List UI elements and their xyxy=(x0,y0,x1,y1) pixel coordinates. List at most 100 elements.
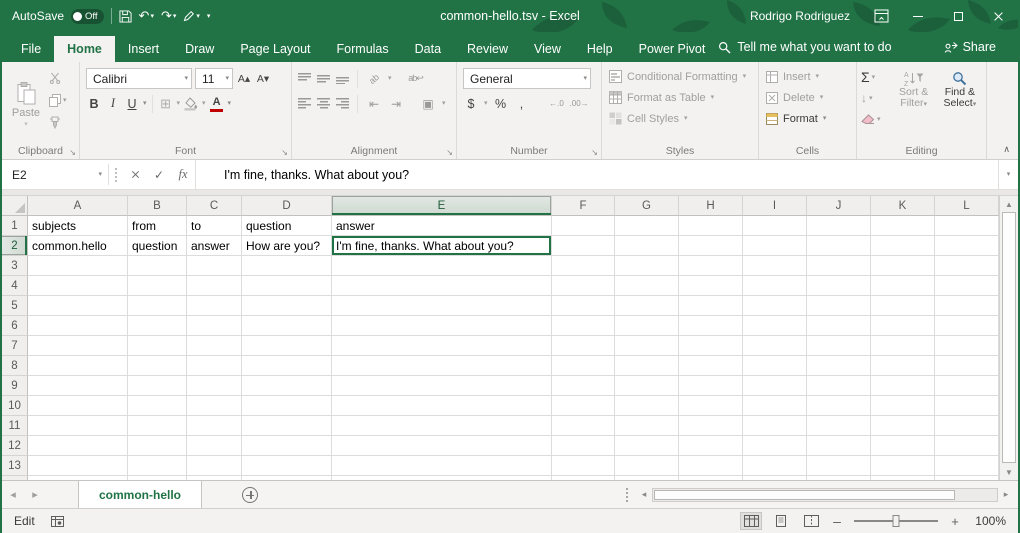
cell-F12[interactable] xyxy=(552,436,615,456)
cell-I9[interactable] xyxy=(743,376,807,396)
cell-C9[interactable] xyxy=(187,376,242,396)
vertical-scroll-thumb[interactable] xyxy=(1002,212,1016,463)
cell-I11[interactable] xyxy=(743,416,807,436)
autosum-dropdown-icon[interactable] xyxy=(872,74,876,81)
cell-I8[interactable] xyxy=(743,356,807,376)
scroll-down-button[interactable] xyxy=(1000,464,1018,480)
user-name[interactable]: Rodrigo Rodriguez xyxy=(750,9,850,23)
sheet-bar-splitter[interactable] xyxy=(626,488,628,502)
cell-A13[interactable] xyxy=(28,456,128,476)
cell-E11[interactable] xyxy=(332,416,552,436)
cell-C10[interactable] xyxy=(187,396,242,416)
cell-A5[interactable] xyxy=(28,296,128,316)
cell-F4[interactable] xyxy=(552,276,615,296)
insert-cells-dropdown-icon[interactable] xyxy=(816,73,820,80)
cell-A1[interactable]: subjects xyxy=(28,216,128,236)
redo-button[interactable] xyxy=(161,8,176,24)
enter-button[interactable] xyxy=(147,160,171,189)
cell-G6[interactable] xyxy=(615,316,679,336)
increase-decimal-button[interactable] xyxy=(549,94,565,114)
insert-cells-button[interactable]: Insert xyxy=(763,66,853,87)
cell-D11[interactable] xyxy=(242,416,332,436)
increase-indent-button[interactable] xyxy=(388,94,404,114)
cell-L13[interactable] xyxy=(935,456,999,476)
cell-D8[interactable] xyxy=(242,356,332,376)
sort-filter-dropdown-icon[interactable] xyxy=(924,101,928,108)
cell-K13[interactable] xyxy=(871,456,935,476)
cell-I6[interactable] xyxy=(743,316,807,336)
row-header-13[interactable]: 13 xyxy=(2,456,28,476)
cell-B11[interactable] xyxy=(128,416,187,436)
sheet-nav-left-button[interactable] xyxy=(2,481,24,508)
cell-F13[interactable] xyxy=(552,456,615,476)
cell-G11[interactable] xyxy=(615,416,679,436)
tab-file[interactable]: File xyxy=(8,36,54,62)
share-button[interactable]: Share xyxy=(944,40,996,54)
new-sheet-button[interactable] xyxy=(242,481,258,508)
orientation-button[interactable] xyxy=(366,69,382,89)
cell-K10[interactable] xyxy=(871,396,935,416)
cell-B2[interactable]: question xyxy=(128,236,187,256)
cell-A11[interactable] xyxy=(28,416,128,436)
cell-L4[interactable] xyxy=(935,276,999,296)
cell-K11[interactable] xyxy=(871,416,935,436)
name-box-dropdown-icon[interactable] xyxy=(98,171,102,178)
cell-E6[interactable] xyxy=(332,316,552,336)
normal-view-button[interactable] xyxy=(740,512,762,530)
cell-E8[interactable] xyxy=(332,356,552,376)
page-layout-view-button[interactable] xyxy=(770,512,792,530)
font-name-dropdown-icon[interactable] xyxy=(184,75,188,82)
tab-home[interactable]: Home xyxy=(54,36,115,62)
font-color-dropdown-icon[interactable] xyxy=(228,100,232,107)
cell-D1[interactable]: question xyxy=(242,216,332,236)
row-header-8[interactable]: 8 xyxy=(2,356,28,376)
horizontal-scroll-track[interactable] xyxy=(652,488,998,502)
col-header-G[interactable]: G xyxy=(615,196,679,216)
cell-E5[interactable] xyxy=(332,296,552,316)
cell-J11[interactable] xyxy=(807,416,871,436)
find-select-dropdown-icon[interactable] xyxy=(973,101,977,108)
cell-A2[interactable]: common.hello xyxy=(28,236,128,256)
cell-E4[interactable] xyxy=(332,276,552,296)
cell-K3[interactable] xyxy=(871,256,935,276)
cell-A9[interactable] xyxy=(28,376,128,396)
align-left-button[interactable] xyxy=(298,98,311,109)
cell-J7[interactable] xyxy=(807,336,871,356)
align-top-button[interactable] xyxy=(298,73,311,84)
delete-cells-button[interactable]: Delete xyxy=(763,87,853,108)
format-as-table-dropdown-icon[interactable] xyxy=(711,94,715,101)
align-center-button[interactable] xyxy=(317,98,330,109)
cell-J2[interactable] xyxy=(807,236,871,256)
align-right-button[interactable] xyxy=(336,98,349,109)
number-format-combo[interactable]: General xyxy=(463,68,591,89)
cell-F5[interactable] xyxy=(552,296,615,316)
cell-C8[interactable] xyxy=(187,356,242,376)
cell-B13[interactable] xyxy=(128,456,187,476)
currency-dropdown-icon[interactable] xyxy=(484,100,488,107)
font-size-dropdown-icon[interactable] xyxy=(225,75,229,82)
cell-F3[interactable] xyxy=(552,256,615,276)
conditional-formatting-button[interactable]: Conditional Formatting xyxy=(606,66,755,87)
cell-F11[interactable] xyxy=(552,416,615,436)
name-box[interactable]: E2 xyxy=(2,160,108,189)
font-size-combo[interactable]: 11 xyxy=(195,68,233,89)
cell-F1[interactable] xyxy=(552,216,615,236)
copy-dropdown-icon[interactable] xyxy=(63,97,67,104)
cell-J8[interactable] xyxy=(807,356,871,376)
collapse-ribbon-button[interactable] xyxy=(1003,144,1010,155)
cell-D9[interactable] xyxy=(242,376,332,396)
cell-E2[interactable]: I'm fine, thanks. What about you? xyxy=(332,236,552,256)
customize-qat-button[interactable] xyxy=(207,13,211,20)
cell-D12[interactable] xyxy=(242,436,332,456)
cell-C3[interactable] xyxy=(187,256,242,276)
cell-K2[interactable] xyxy=(871,236,935,256)
cell-G7[interactable] xyxy=(615,336,679,356)
clipboard-dialog-launcher[interactable] xyxy=(69,148,76,157)
col-header-E[interactable]: E xyxy=(332,196,552,216)
cell-H5[interactable] xyxy=(679,296,743,316)
cell-I4[interactable] xyxy=(743,276,807,296)
font-color-button[interactable] xyxy=(209,94,225,114)
cell-E7[interactable] xyxy=(332,336,552,356)
row-header-7[interactable]: 7 xyxy=(2,336,28,356)
minimize-button[interactable] xyxy=(898,0,938,32)
